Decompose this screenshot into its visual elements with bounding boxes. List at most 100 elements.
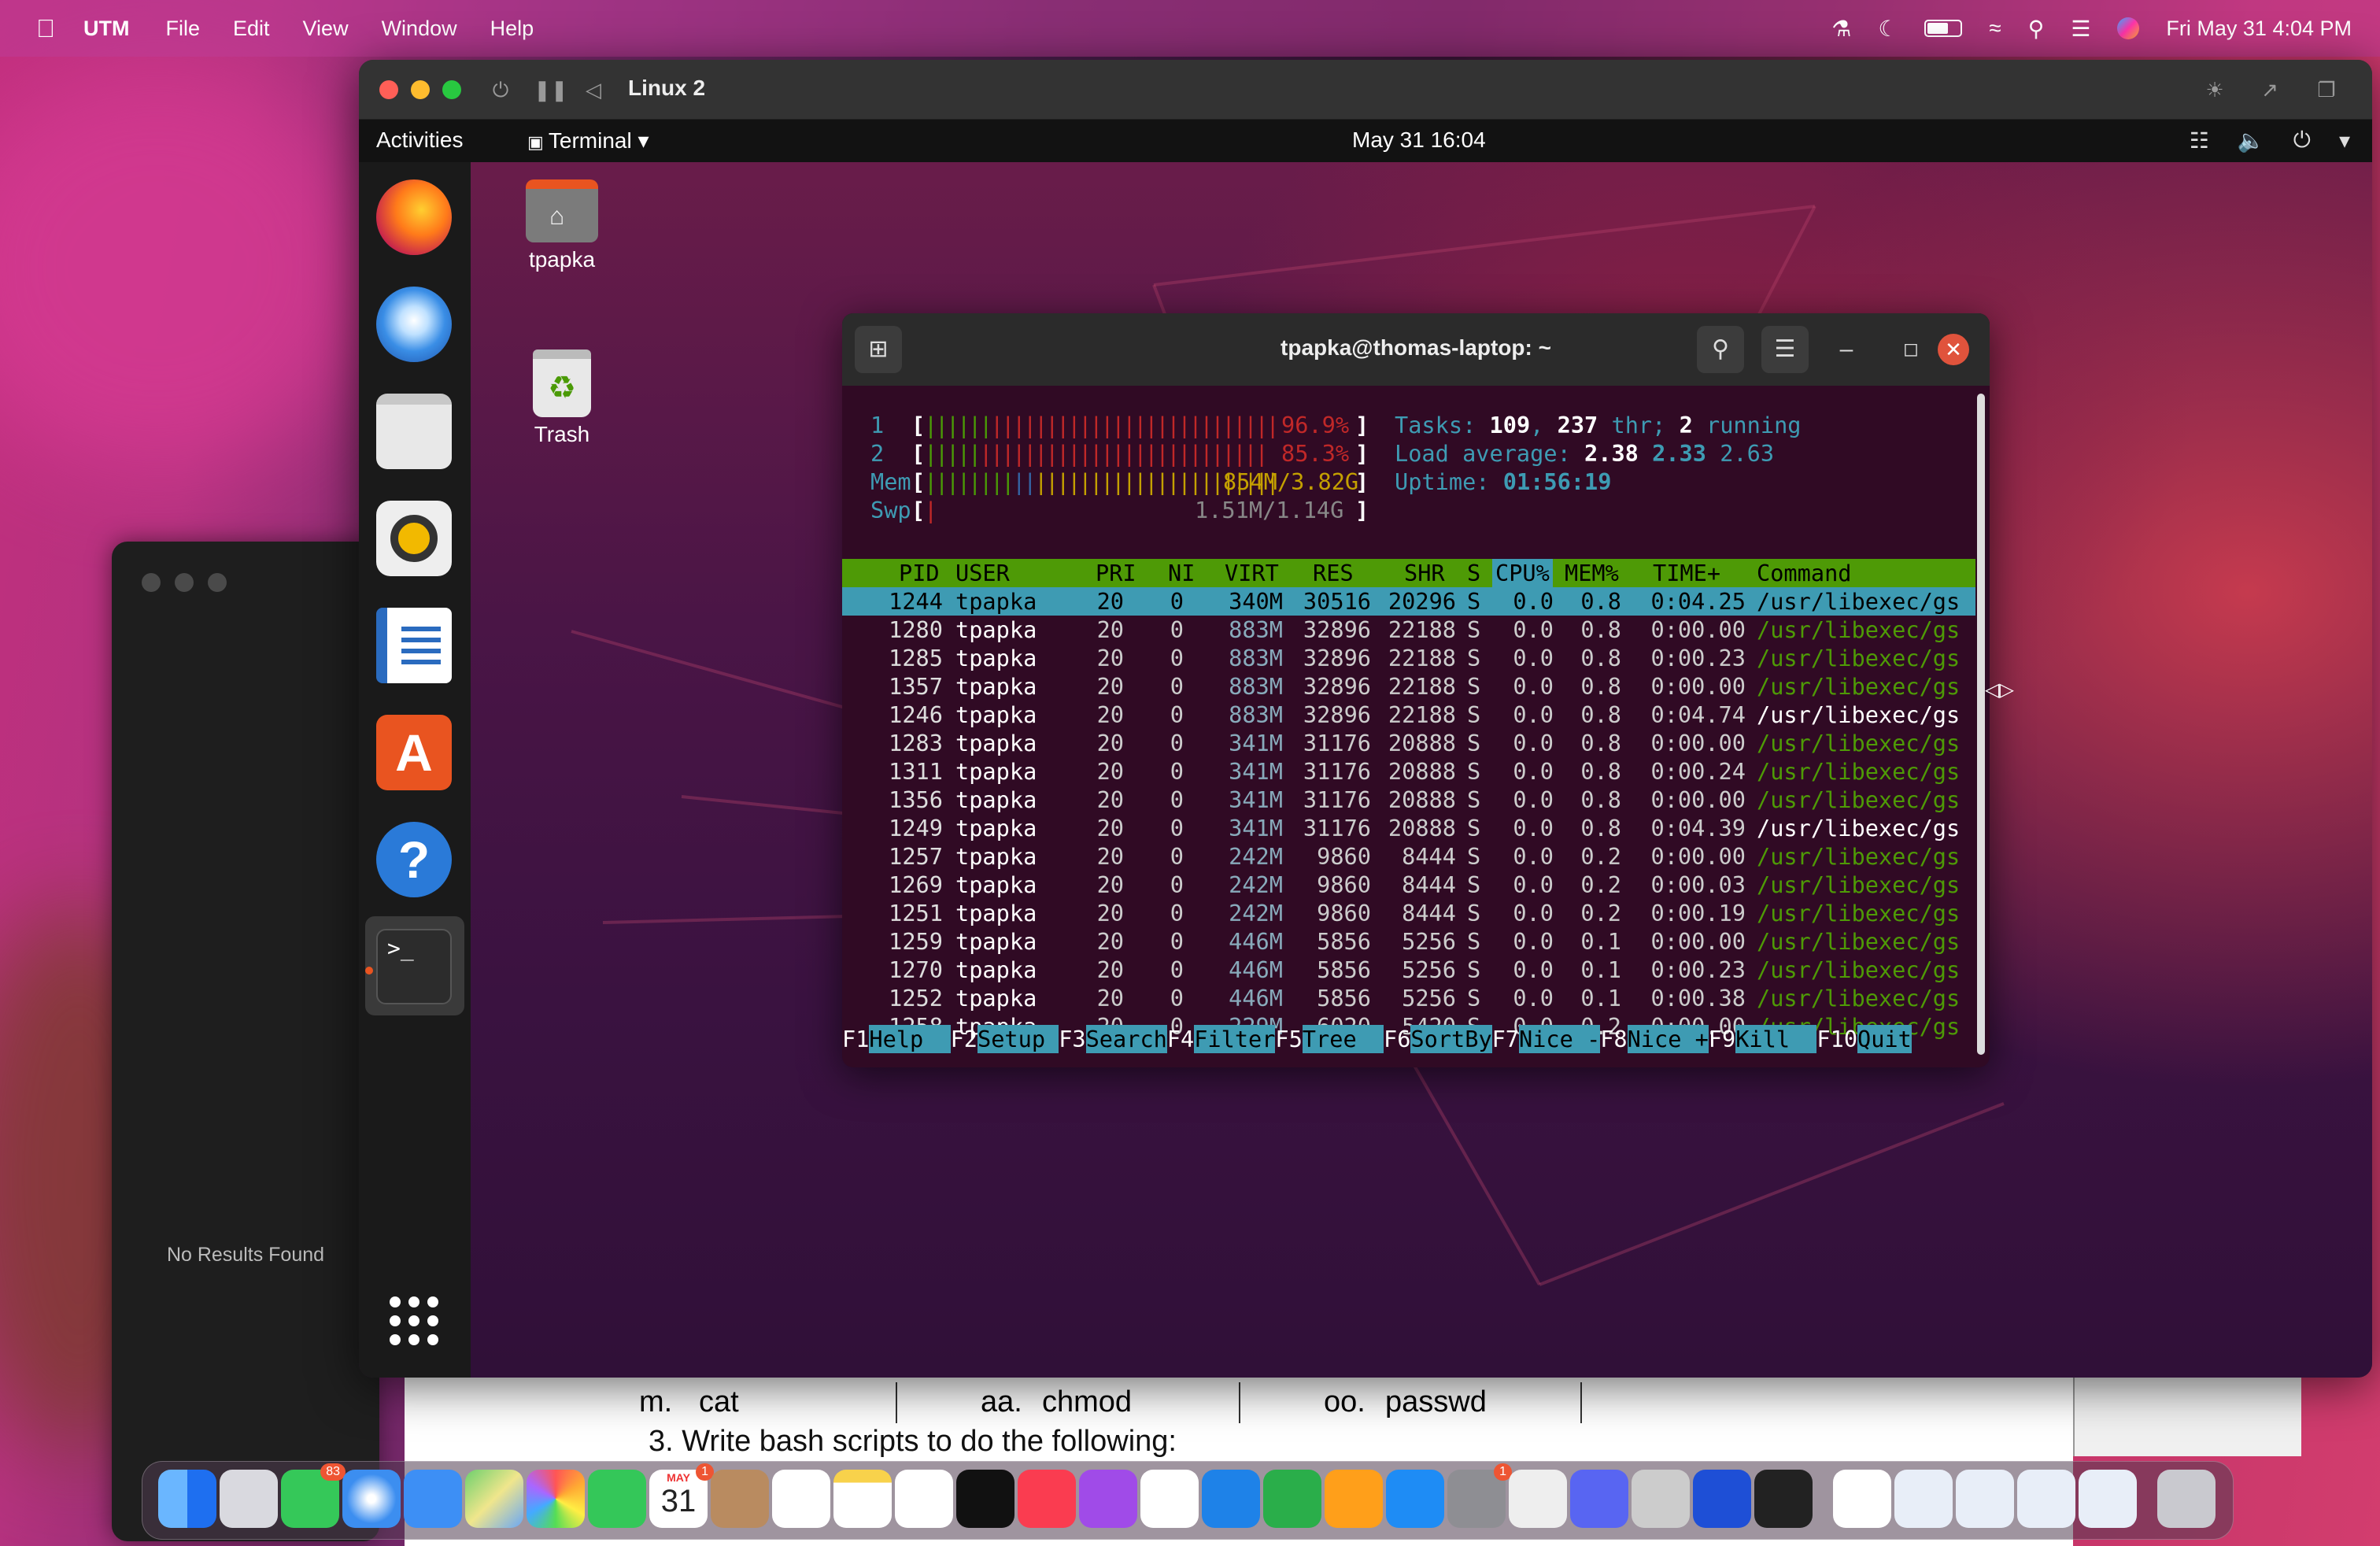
menubar-clock[interactable]: Fri May 31 4:04 PM [2166, 17, 2352, 41]
news-icon[interactable] [1140, 1470, 1199, 1528]
process-row[interactable]: 1252 tpapka 20 0 446M 5856 5256 S 0.0 0.1 0:00.38 /… [842, 984, 1975, 1012]
desktop-home-folder[interactable]: ⌂ tpapka [507, 179, 617, 272]
process-row[interactable]: 1270 tpapka 20 0 446M 5856 5256 S 0.0 0.1 0:00.23 /… [842, 956, 1975, 984]
screenshot-4-icon[interactable] [2079, 1470, 2137, 1528]
fkey-f9[interactable]: F9 [1709, 1025, 1735, 1053]
fkey-f4[interactable]: F4 [1167, 1025, 1194, 1053]
volume-icon[interactable]: 🔈 [2238, 128, 2265, 153]
files-icon[interactable] [376, 394, 452, 469]
network-icon[interactable]: ☷ [2190, 128, 2209, 153]
finder-icon[interactable] [158, 1470, 216, 1528]
chevron-down-icon[interactable]: ▾ [2339, 128, 2350, 153]
menu-window[interactable]: Window [382, 17, 457, 41]
launchpad-icon[interactable] [220, 1470, 278, 1528]
utm-titlebar[interactable]: ⏻ ❚❚ ◁ Linux 2 ☀ ↗ ❐ [359, 60, 2372, 120]
messages-icon[interactable]: 83 [281, 1463, 346, 1528]
fkey-label[interactable]: Kill [1735, 1025, 1817, 1053]
close-button[interactable]: ✕ [1938, 334, 1969, 365]
fkey-f10[interactable]: F10 [1816, 1025, 1857, 1053]
fkey-label[interactable]: SortBy [1410, 1025, 1492, 1053]
fkey-label[interactable]: Help [869, 1025, 951, 1053]
pause-icon[interactable]: ❚❚ [534, 77, 568, 102]
fkey-f5[interactable]: F5 [1275, 1025, 1302, 1053]
fkey-label[interactable]: Setup [978, 1025, 1059, 1053]
col-mem[interactable]: MEM% [1565, 559, 1619, 587]
screenshot-3-icon[interactable] [2017, 1470, 2075, 1528]
process-row[interactable]: 1269 tpapka 20 0 242M 9860 8444 S 0.0 0.2 0:00.03 /… [842, 871, 1975, 899]
process-row[interactable]: 1257 tpapka 20 0 242M 9860 8444 S 0.0 0.2 0:00.00 /… [842, 842, 1975, 871]
menu-view[interactable]: View [303, 17, 349, 41]
flask-icon[interactable]: ⚗ [1831, 16, 1851, 42]
display-icon[interactable]: ☀ [2202, 77, 2227, 102]
numbers-icon[interactable] [1263, 1470, 1321, 1528]
photos-icon[interactable] [527, 1470, 585, 1528]
python-launcher-icon[interactable] [1509, 1470, 1567, 1528]
fkey-label[interactable]: Search [1085, 1025, 1167, 1053]
terminal-scrollbar[interactable] [1977, 394, 1985, 1055]
fkey-label[interactable]: Nice - [1519, 1025, 1601, 1053]
process-row[interactable]: 1285 tpapka 20 0 883M 32896 22188 S 0.0 0.8 0:00.2… [842, 644, 1975, 672]
col-command[interactable]: Command [1757, 559, 1852, 587]
reminders-icon[interactable] [772, 1470, 830, 1528]
power-icon[interactable]: ⏻ [2293, 128, 2311, 153]
libreoffice-writer-icon[interactable] [376, 608, 452, 683]
keynote-icon[interactable] [1202, 1470, 1260, 1528]
pages-icon[interactable] [1325, 1470, 1383, 1528]
freeform-icon[interactable] [895, 1470, 953, 1528]
firefox-icon[interactable] [376, 179, 452, 255]
close-button[interactable] [379, 80, 398, 99]
fkey-f3[interactable]: F3 [1059, 1025, 1085, 1053]
process-row[interactable]: 1357 tpapka 20 0 883M 32896 22188 S 0.0 0.8 0:00.0… [842, 672, 1975, 701]
close-button[interactable] [142, 573, 161, 592]
col-res[interactable]: RES [1313, 559, 1354, 587]
facetime-icon[interactable] [588, 1470, 646, 1528]
fkey-label[interactable]: Filter [1194, 1025, 1276, 1053]
menu-file[interactable]: File [165, 17, 200, 41]
moon-icon[interactable]: ☾ [1878, 16, 1898, 42]
process-row[interactable]: 1280 tpapka 20 0 883M 32896 22188 S 0.0 0.8 0:00.0… [842, 616, 1975, 644]
col-shr[interactable]: SHR [1404, 559, 1445, 587]
search-button[interactable]: ⚲ [1697, 326, 1744, 373]
fkey-label[interactable]: Tree [1302, 1025, 1384, 1053]
screenshot-1-icon[interactable] [1894, 1470, 1953, 1528]
process-row[interactable]: 1244 tpapka 20 0 340M 30516 20296 S 0.0 0.8 0:04.2… [842, 587, 1975, 616]
minimize-button[interactable]: – [1823, 326, 1870, 373]
resize-icon[interactable]: ↗ [2257, 77, 2282, 102]
col-time[interactable]: TIME+ [1653, 559, 1720, 587]
screenshot-2-icon[interactable] [1956, 1470, 2014, 1528]
trash-icon[interactable] [2157, 1470, 2216, 1528]
battery-icon[interactable] [1924, 20, 1963, 37]
siri-icon[interactable] [2117, 17, 2140, 39]
zoom-button[interactable] [208, 573, 227, 592]
col-user[interactable]: USER [955, 559, 1010, 587]
software-center-icon[interactable]: A [376, 715, 452, 790]
activities-button[interactable]: Activities [376, 128, 463, 153]
maximize-button[interactable]: ◻ [1887, 326, 1935, 373]
mail-icon[interactable] [404, 1470, 462, 1528]
rhythmbox-icon[interactable] [376, 501, 452, 576]
col-pri[interactable]: PRI [1096, 559, 1136, 587]
fkey-label[interactable]: Nice + [1627, 1025, 1709, 1053]
gnome-clock[interactable]: May 31 16:04 [1352, 128, 1486, 153]
wifi-icon[interactable]: ≈ [1989, 16, 2001, 41]
htop-output[interactable]: 1[|||||||||||||||||||||||||||||||| 96.9%]… [842, 386, 1975, 1067]
thunderbird-icon[interactable] [376, 287, 452, 362]
zoom-button[interactable] [442, 80, 461, 99]
col-ni[interactable]: NI [1168, 559, 1195, 587]
show-applications-icon[interactable] [389, 1296, 439, 1346]
control-center-icon[interactable]: ☰ [2071, 16, 2090, 42]
minimize-button[interactable] [411, 80, 430, 99]
process-row[interactable]: 1311 tpapka 20 0 341M 31176 20888 S 0.0 0.8 0:00.2… [842, 757, 1975, 786]
fkey-label[interactable]: Quit [1857, 1025, 1912, 1053]
fkey-f1[interactable]: F1 [842, 1025, 869, 1053]
podcasts-icon[interactable] [1079, 1470, 1137, 1528]
back-icon[interactable]: ◁ [581, 77, 606, 102]
contacts-icon[interactable] [711, 1470, 769, 1528]
fkey-f6[interactable]: F6 [1384, 1025, 1410, 1053]
apple-menu-icon[interactable]:  [36, 14, 55, 43]
app-store-icon[interactable] [1386, 1470, 1444, 1528]
process-table-header[interactable]: PID USER PRI NI VIRT RES SHR S CPU% MEM%… [842, 559, 1975, 587]
col-pid[interactable]: PID [899, 559, 940, 587]
maps-icon[interactable] [465, 1470, 523, 1528]
app-menu-utm[interactable]: UTM [83, 17, 129, 41]
